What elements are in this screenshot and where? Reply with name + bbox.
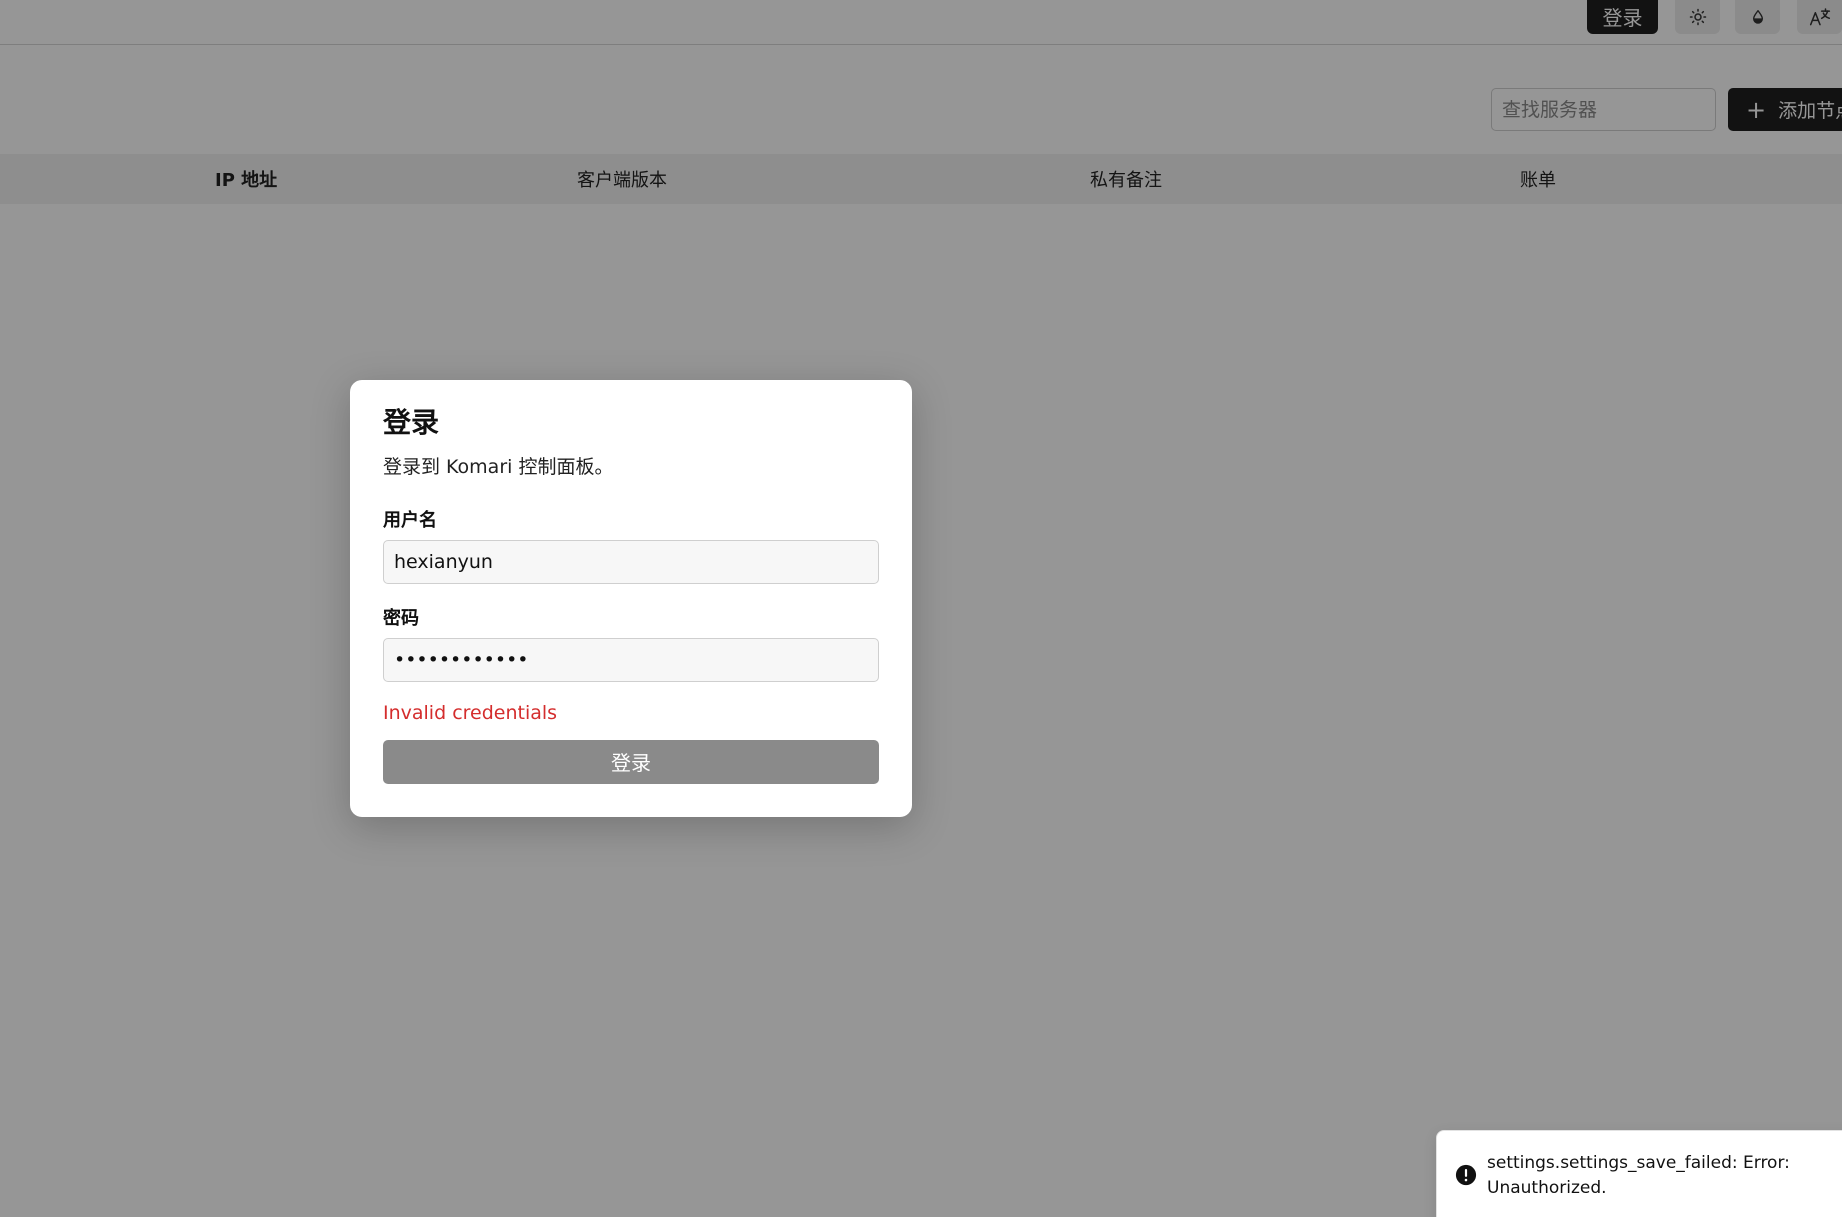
password-label: 密码 — [383, 607, 419, 629]
password-input[interactable] — [383, 637, 879, 682]
dialog-title: 登录 — [383, 406, 440, 439]
error-toast[interactable]: settings.settings_save_failed: Error: Un… — [1436, 1130, 1842, 1217]
login-submit-button[interactable]: 登录 — [383, 739, 879, 784]
alert-circle-icon — [1455, 1164, 1477, 1186]
dialog-description: 登录到 Komari 控制面板。 — [383, 455, 614, 478]
username-input[interactable] — [383, 539, 879, 584]
app-root: 登录 查找服务器 + 添加节 IP 地址 客户端版本 私有备注 账单 登录 登录… — [0, 0, 1842, 1217]
error-message: Invalid credentials — [383, 701, 558, 724]
username-label: 用户名 — [383, 509, 437, 531]
toast-message: settings.settings_save_failed: Error: Un… — [1487, 1153, 1790, 1198]
login-dialog: 登录 登录到 Komari 控制面板。 用户名 密码 Invalid crede… — [350, 380, 912, 817]
login-submit-label: 登录 — [611, 751, 651, 776]
modal-overlay[interactable] — [0, 0, 1842, 1217]
